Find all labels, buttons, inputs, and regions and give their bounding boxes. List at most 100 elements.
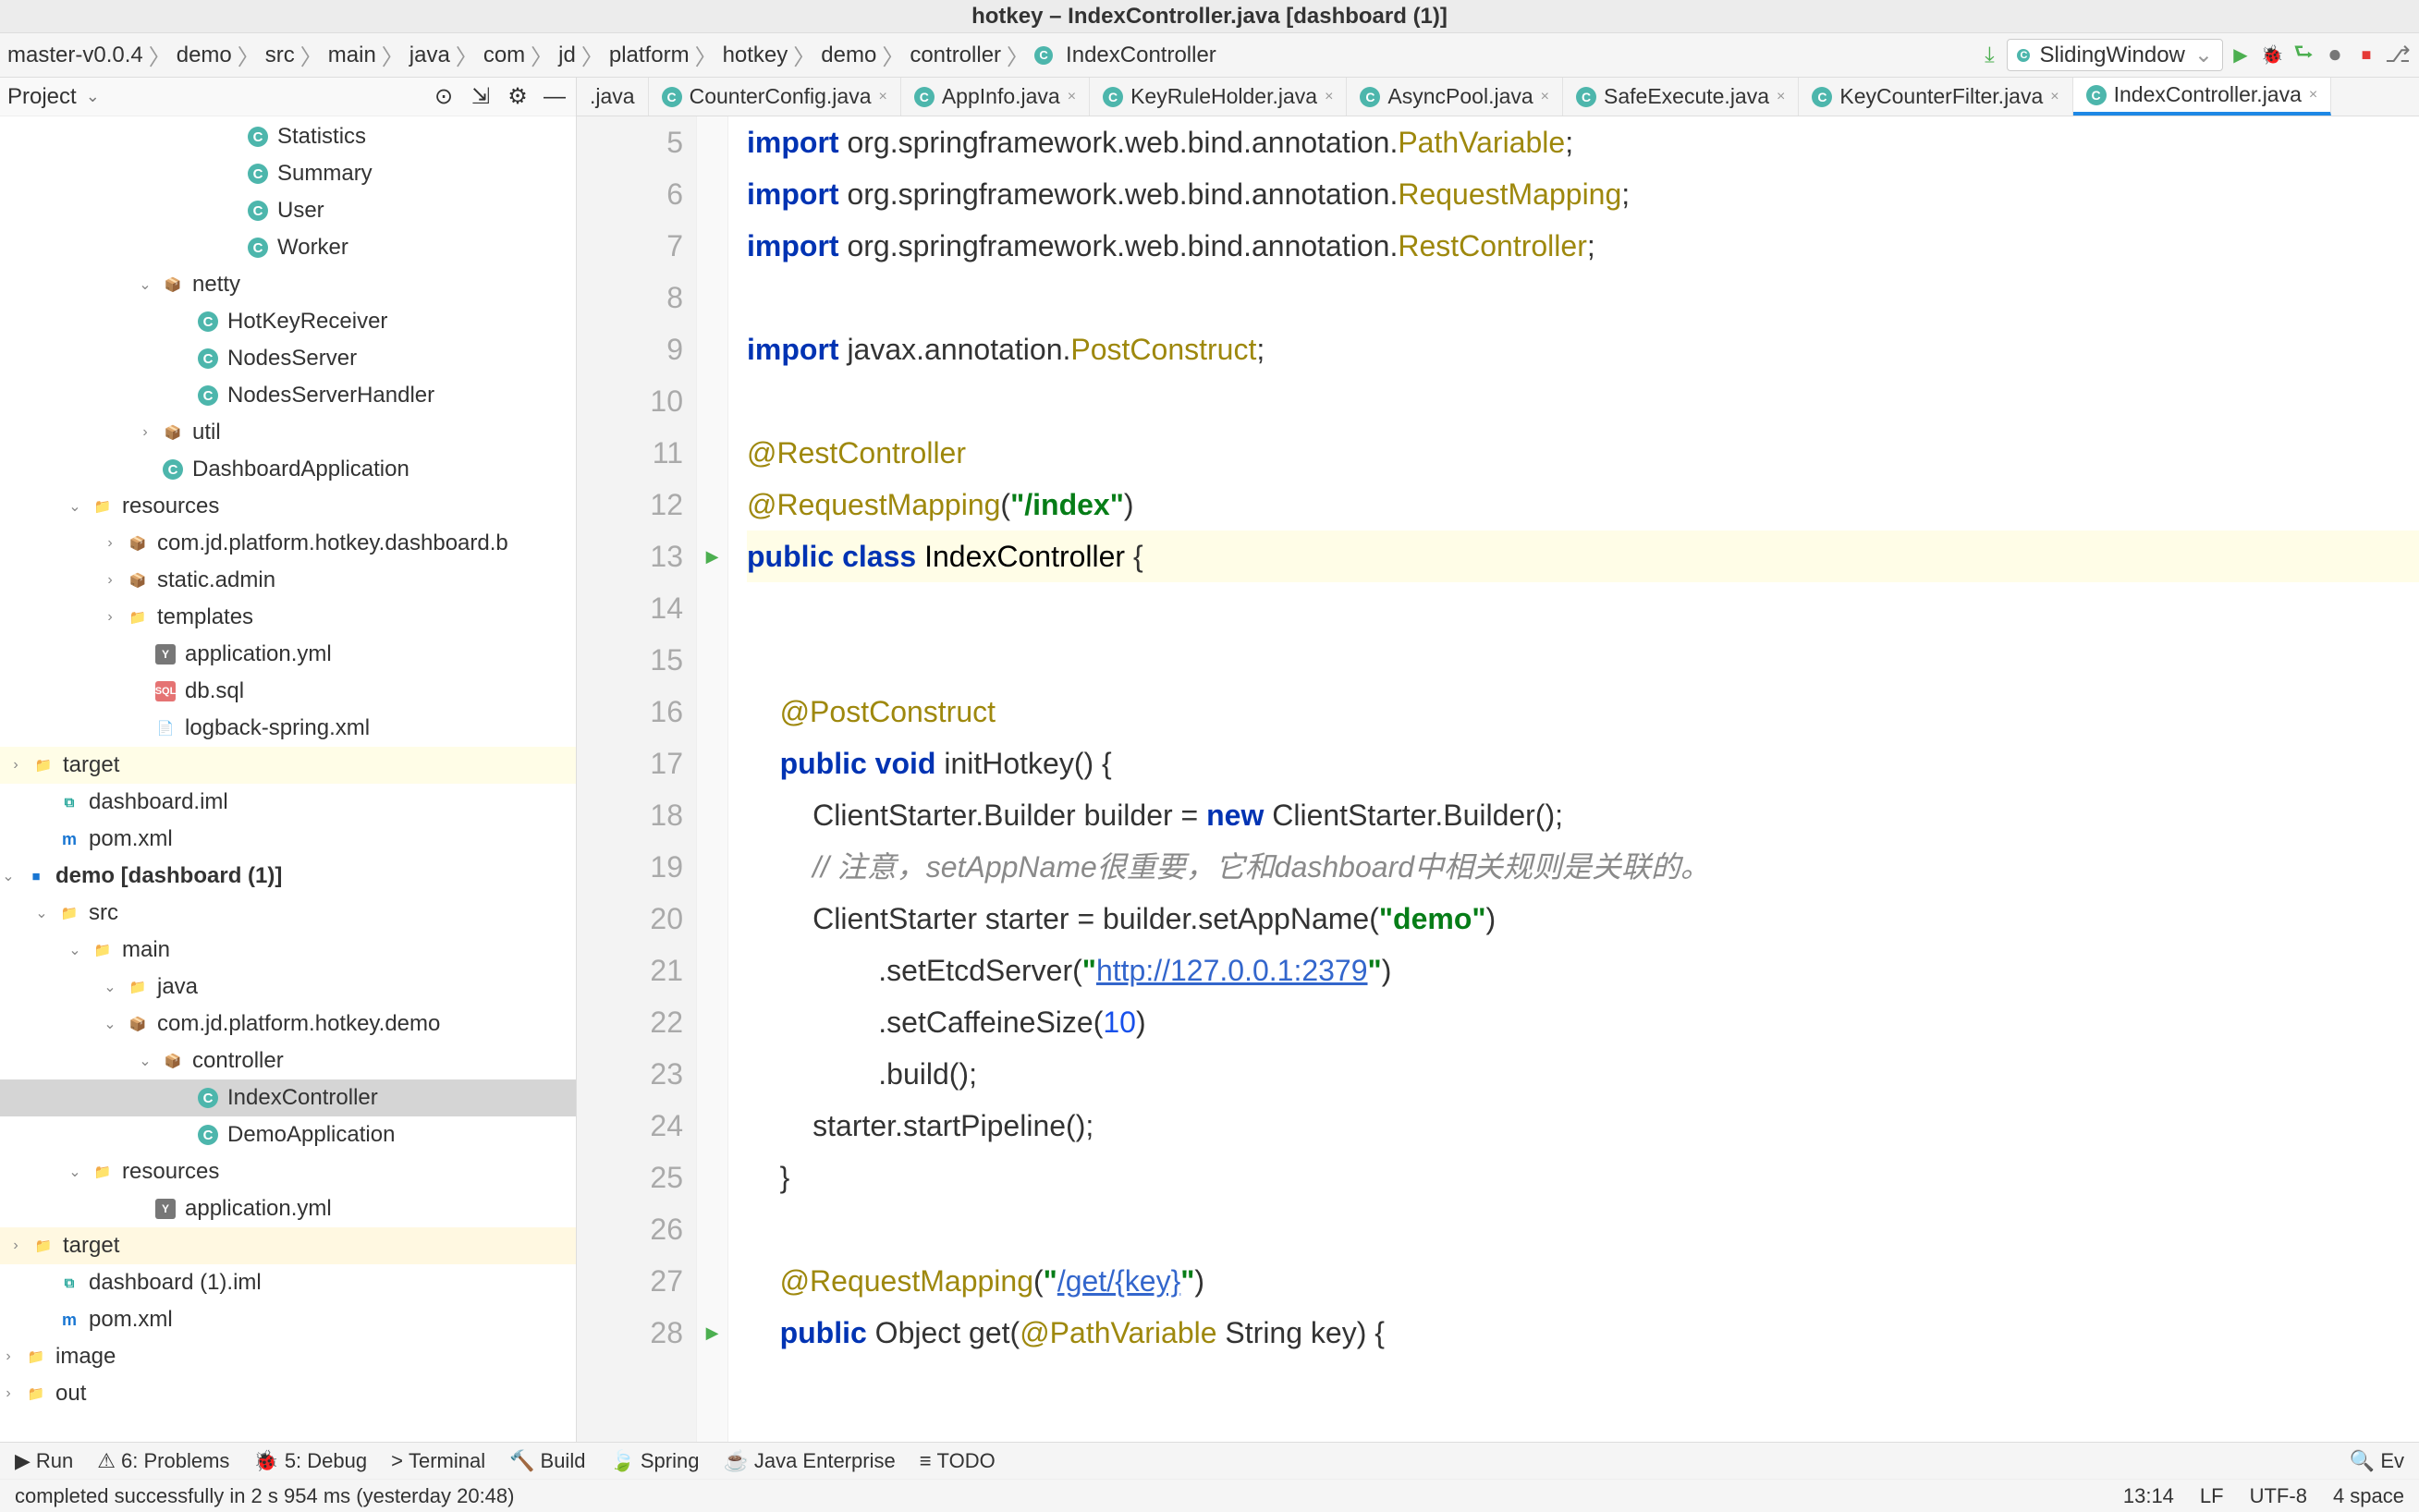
code-line[interactable]: @RequestMapping("/get/{key}") — [747, 1255, 2419, 1307]
profile-button[interactable]: ⏺ — [2321, 42, 2349, 69]
tree-item-worker[interactable]: Worker — [0, 229, 576, 266]
line-number[interactable]: 14 — [577, 582, 683, 634]
close-icon[interactable]: × — [1068, 89, 1076, 105]
run-gutter-icon[interactable] — [697, 1307, 727, 1359]
code-line[interactable]: import javax.annotation.PostConstruct; — [747, 323, 2419, 375]
line-number[interactable]: 21 — [577, 945, 683, 996]
code-line[interactable]: import org.springframework.web.bind.anno… — [747, 220, 2419, 272]
editor-tab[interactable]: .java — [577, 78, 649, 116]
tree-item-indexcontroller[interactable]: IndexController — [0, 1079, 576, 1116]
line-number[interactable]: 23 — [577, 1048, 683, 1100]
tool-window-6-problems[interactable]: ⚠6: Problems — [97, 1449, 229, 1473]
breadcrumb-item[interactable]: com — [483, 43, 525, 68]
chevron-down-icon[interactable] — [102, 978, 118, 996]
breadcrumb-item[interactable]: demo — [821, 43, 876, 68]
tree-item-nodesserverhandler[interactable]: NodesServerHandler — [0, 377, 576, 414]
line-number[interactable]: 11 — [577, 427, 683, 479]
close-icon[interactable]: × — [1777, 89, 1785, 105]
tree-item-image[interactable]: image — [0, 1338, 576, 1375]
line-number[interactable]: 26 — [577, 1203, 683, 1255]
marker-gutter[interactable] — [697, 116, 728, 1442]
tree-item-hotkeyreceiver[interactable]: HotKeyReceiver — [0, 303, 576, 340]
breadcrumb-item[interactable]: src — [265, 43, 295, 68]
chevron-right-icon[interactable] — [102, 609, 118, 626]
close-icon[interactable]: × — [1325, 89, 1333, 105]
tree-item-summary[interactable]: Summary — [0, 155, 576, 192]
chevron-down-icon[interactable] — [137, 275, 153, 294]
tree-item-src[interactable]: src — [0, 895, 576, 932]
git-button[interactable]: ⎇ — [2384, 42, 2412, 69]
tool-window-spring[interactable]: 🍃Spring — [609, 1449, 699, 1473]
locate-icon[interactable]: ⊙ — [430, 83, 458, 111]
breadcrumb-item[interactable]: CIndexController — [1034, 43, 1216, 68]
chevron-right-icon[interactable] — [137, 424, 153, 441]
line-number[interactable]: 10 — [577, 375, 683, 427]
line-number[interactable]: 19 — [577, 841, 683, 893]
tool-window-build[interactable]: 🔨Build — [509, 1449, 585, 1473]
breadcrumb-item[interactable]: main — [328, 43, 376, 68]
tree-item-demo-dashboard-1-[interactable]: demo [dashboard (1)] — [0, 858, 576, 895]
code-line[interactable]: import org.springframework.web.bind.anno… — [747, 116, 2419, 168]
chevron-down-icon[interactable] — [137, 1052, 153, 1070]
tree-item-java[interactable]: java — [0, 969, 576, 1006]
tree-item-logback-spring-xml[interactable]: logback-spring.xml — [0, 710, 576, 747]
close-icon[interactable]: × — [2050, 89, 2059, 105]
editor-tab[interactable]: CounterConfig.java× — [649, 78, 901, 116]
breadcrumb-item[interactable]: java — [409, 43, 450, 68]
code-line[interactable]: ClientStarter starter = builder.setAppNa… — [747, 893, 2419, 945]
breadcrumb-item[interactable]: demo — [177, 43, 232, 68]
run-gutter-icon[interactable] — [697, 530, 727, 582]
line-number[interactable]: 13 — [577, 530, 683, 582]
line-number[interactable]: 9 — [577, 323, 683, 375]
editor-tab[interactable]: KeyRuleHolder.java× — [1090, 78, 1347, 116]
tree-item-dashboardapplication[interactable]: DashboardApplication — [0, 451, 576, 488]
code-line[interactable]: .build(); — [747, 1048, 2419, 1100]
code-line[interactable] — [747, 375, 2419, 427]
line-number[interactable]: 18 — [577, 789, 683, 841]
tree-item-com-jd-platform-hotkey-dashboard-b[interactable]: com.jd.platform.hotkey.dashboard.b — [0, 525, 576, 562]
code-line[interactable]: .setEtcdServer("http://127.0.0.1:2379") — [747, 945, 2419, 996]
stop-button[interactable] — [2352, 42, 2380, 69]
line-number[interactable]: 12 — [577, 479, 683, 530]
chevron-down-icon[interactable] — [102, 1015, 118, 1033]
line-number[interactable]: 15 — [577, 634, 683, 686]
close-icon[interactable]: × — [1541, 89, 1549, 105]
code-line[interactable] — [747, 272, 2419, 323]
code-line[interactable]: @RestController — [747, 427, 2419, 479]
tool-window-5-debug[interactable]: 🐞5: Debug — [253, 1449, 367, 1473]
close-icon[interactable]: × — [879, 89, 887, 105]
tree-item-target[interactable]: target — [0, 747, 576, 784]
line-separator[interactable]: LF — [2200, 1484, 2224, 1508]
code-line[interactable] — [747, 582, 2419, 634]
editor-tab[interactable]: SafeExecute.java× — [1563, 78, 1799, 116]
chevron-right-icon[interactable] — [0, 1385, 17, 1402]
project-tree[interactable]: StatisticsSummaryUserWorkernettyHotKeyRe… — [0, 116, 576, 1442]
debug-button[interactable] — [2258, 42, 2286, 69]
tree-item-main[interactable]: main — [0, 932, 576, 969]
chevron-right-icon[interactable] — [0, 1348, 17, 1365]
tool-window-todo[interactable]: ≡TODO — [920, 1449, 996, 1473]
run-config-select[interactable]: C SlidingWindow ⌄ — [2007, 39, 2223, 71]
editor-body[interactable]: 5678910111213141516171819202122232425262… — [577, 116, 2419, 1442]
tool-window-terminal[interactable]: >Terminal — [391, 1449, 485, 1473]
line-gutter[interactable]: 5678910111213141516171819202122232425262… — [577, 116, 697, 1442]
tree-item-static-admin[interactable]: static.admin — [0, 562, 576, 599]
code-line[interactable]: // 注意，setAppName很重要，它和dashboard中相关规则是关联的… — [747, 841, 2419, 893]
chevron-down-icon[interactable] — [67, 497, 83, 516]
tree-item-demoapplication[interactable]: DemoApplication — [0, 1116, 576, 1153]
tree-item-templates[interactable]: templates — [0, 599, 576, 636]
tree-item-application-yml[interactable]: application.yml — [0, 636, 576, 673]
line-number[interactable]: 25 — [577, 1152, 683, 1203]
code-line[interactable]: starter.startPipeline(); — [747, 1100, 2419, 1152]
chevron-down-icon[interactable] — [33, 904, 50, 922]
editor-tab[interactable]: AsyncPool.java× — [1347, 78, 1563, 116]
breadcrumb-item[interactable]: jd — [558, 43, 576, 68]
code-line[interactable]: } — [747, 1152, 2419, 1203]
caret-position[interactable]: 13:14 — [2123, 1484, 2174, 1508]
tree-item-netty[interactable]: netty — [0, 266, 576, 303]
code-line[interactable]: public class IndexController { — [747, 530, 2419, 582]
tool-window-run[interactable]: ▶Run — [15, 1449, 73, 1473]
build-icon[interactable]: ⤓ — [1975, 42, 2003, 69]
line-number[interactable]: 7 — [577, 220, 683, 272]
chevron-down-icon[interactable] — [67, 1163, 83, 1181]
